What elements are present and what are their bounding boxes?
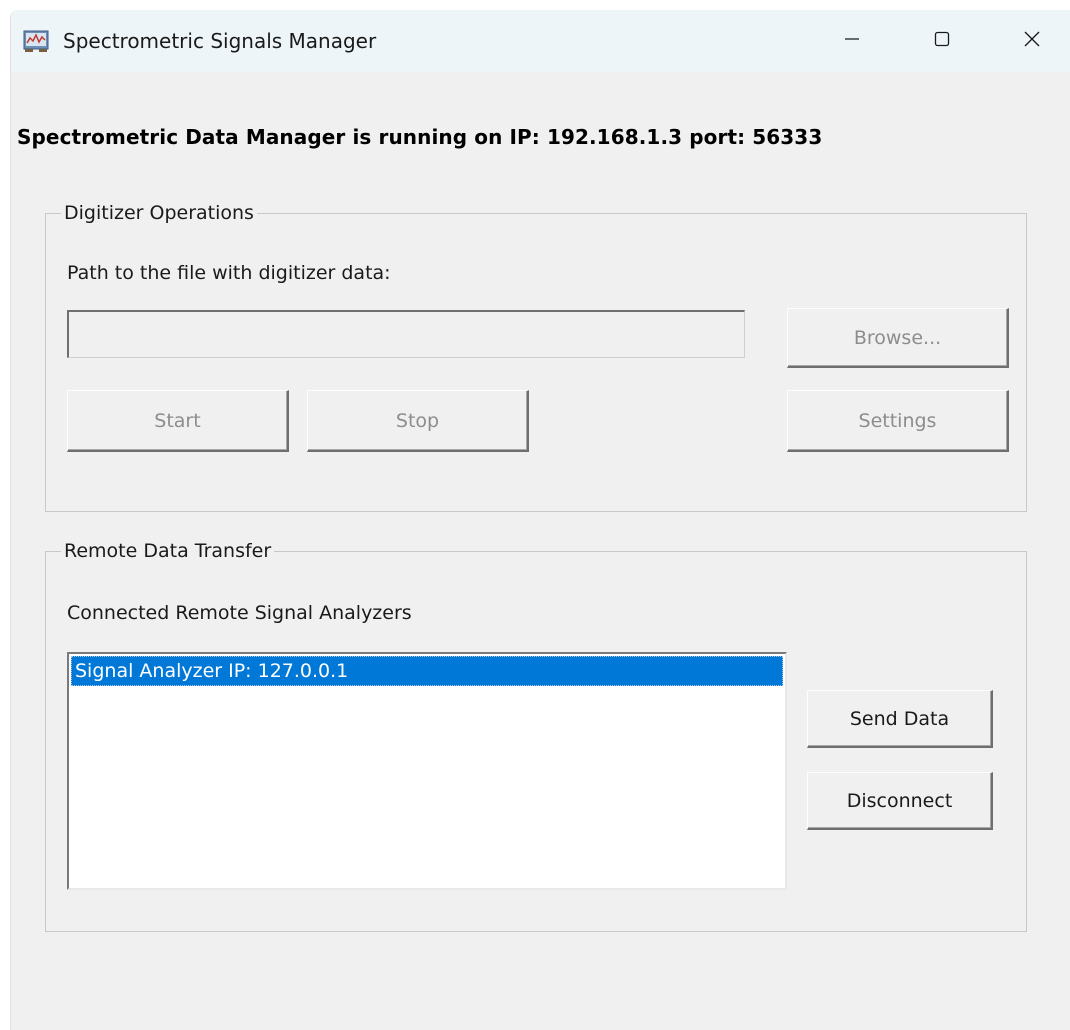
analyzers-list-label: Connected Remote Signal Analyzers bbox=[67, 602, 412, 624]
app-window: Spectrometric Signals Manager Spectromet… bbox=[10, 10, 1070, 1030]
settings-button[interactable]: Settings bbox=[787, 390, 1009, 452]
minimize-button[interactable] bbox=[825, 10, 879, 72]
window-title: Spectrometric Signals Manager bbox=[63, 29, 377, 53]
browse-button[interactable]: Browse... bbox=[787, 308, 1009, 368]
title-bar[interactable]: Spectrometric Signals Manager bbox=[11, 10, 1070, 72]
maximize-icon bbox=[932, 29, 952, 53]
app-icon bbox=[23, 29, 49, 53]
resize-grip-icon[interactable] bbox=[1063, 1022, 1070, 1030]
maximize-button[interactable] bbox=[915, 10, 969, 72]
digitizer-path-input[interactable] bbox=[67, 310, 745, 358]
digitizer-group-label: Digitizer Operations bbox=[64, 202, 254, 224]
server-status-label: Spectrometric Data Manager is running on… bbox=[17, 125, 823, 149]
send-data-button[interactable]: Send Data bbox=[807, 690, 993, 748]
start-button[interactable]: Start bbox=[67, 390, 289, 452]
list-item[interactable]: Signal Analyzer IP: 127.0.0.1 bbox=[71, 656, 783, 686]
stop-button[interactable]: Stop bbox=[307, 390, 529, 452]
remote-group-label: Remote Data Transfer bbox=[64, 540, 272, 562]
close-button[interactable] bbox=[1005, 10, 1059, 72]
path-label: Path to the file with digitizer data: bbox=[67, 262, 391, 284]
close-icon bbox=[1022, 29, 1042, 53]
analyzers-listbox[interactable]: Signal Analyzer IP: 127.0.0.1 bbox=[67, 652, 787, 890]
disconnect-button[interactable]: Disconnect bbox=[807, 772, 993, 830]
minimize-icon bbox=[842, 29, 862, 53]
